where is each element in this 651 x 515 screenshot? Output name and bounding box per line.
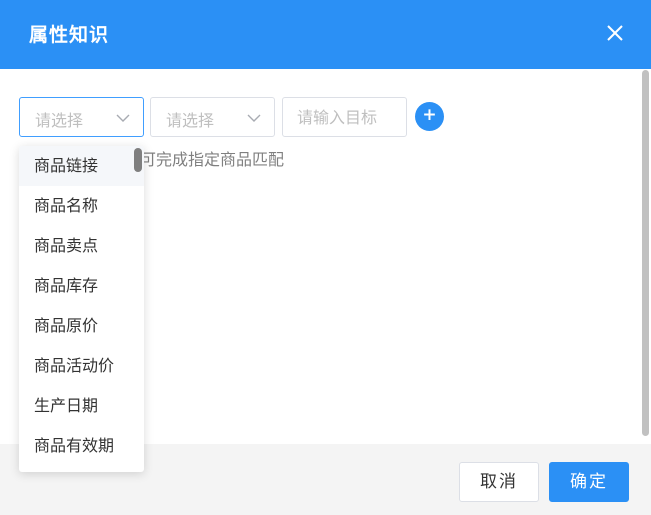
dropdown-option[interactable]: 商品库存 bbox=[19, 266, 144, 306]
dropdown-option[interactable]: 商品原价 bbox=[19, 306, 144, 346]
target-input[interactable] bbox=[282, 97, 407, 137]
dropdown-option[interactable]: 生产日期 bbox=[19, 386, 144, 426]
hint-text: 可完成指定商品匹配 bbox=[140, 150, 285, 169]
dropdown-option[interactable]: 商品活动价 bbox=[19, 346, 144, 386]
operator-select-placeholder: 请选择 bbox=[166, 111, 215, 130]
dropdown-option[interactable]: 商品有效期 bbox=[19, 426, 144, 466]
chevron-up-icon bbox=[116, 114, 130, 122]
dropdown-option[interactable]: 商品名称 bbox=[19, 186, 144, 226]
cancel-button[interactable]: 取消 bbox=[459, 462, 539, 502]
operator-select[interactable]: 请选择 bbox=[150, 97, 275, 137]
chevron-down-icon bbox=[247, 114, 261, 122]
attribute-select-placeholder: 请选择 bbox=[35, 111, 84, 130]
dialog-title: 属性知识 bbox=[29, 24, 110, 46]
close-icon bbox=[607, 25, 623, 41]
attribute-select[interactable]: 请选择 bbox=[19, 97, 144, 137]
dropdown-option[interactable]: 商品卖点 bbox=[19, 226, 144, 266]
attribute-dropdown: 商品链接 商品名称 商品卖点 商品库存 商品原价 商品活动价 生产日期 商品有效… bbox=[19, 146, 144, 472]
plus-icon: + bbox=[422, 105, 437, 125]
dropdown-scrollbar-thumb[interactable] bbox=[134, 148, 142, 172]
dialog-header: 属性知识 bbox=[0, 0, 651, 69]
dropdown-option[interactable]: 商品链接 bbox=[19, 146, 144, 186]
dialog-scrollbar-thumb[interactable] bbox=[642, 70, 649, 436]
confirm-button[interactable]: 确定 bbox=[549, 462, 629, 502]
close-button[interactable] bbox=[600, 18, 630, 48]
add-rule-button[interactable]: + bbox=[415, 102, 444, 131]
